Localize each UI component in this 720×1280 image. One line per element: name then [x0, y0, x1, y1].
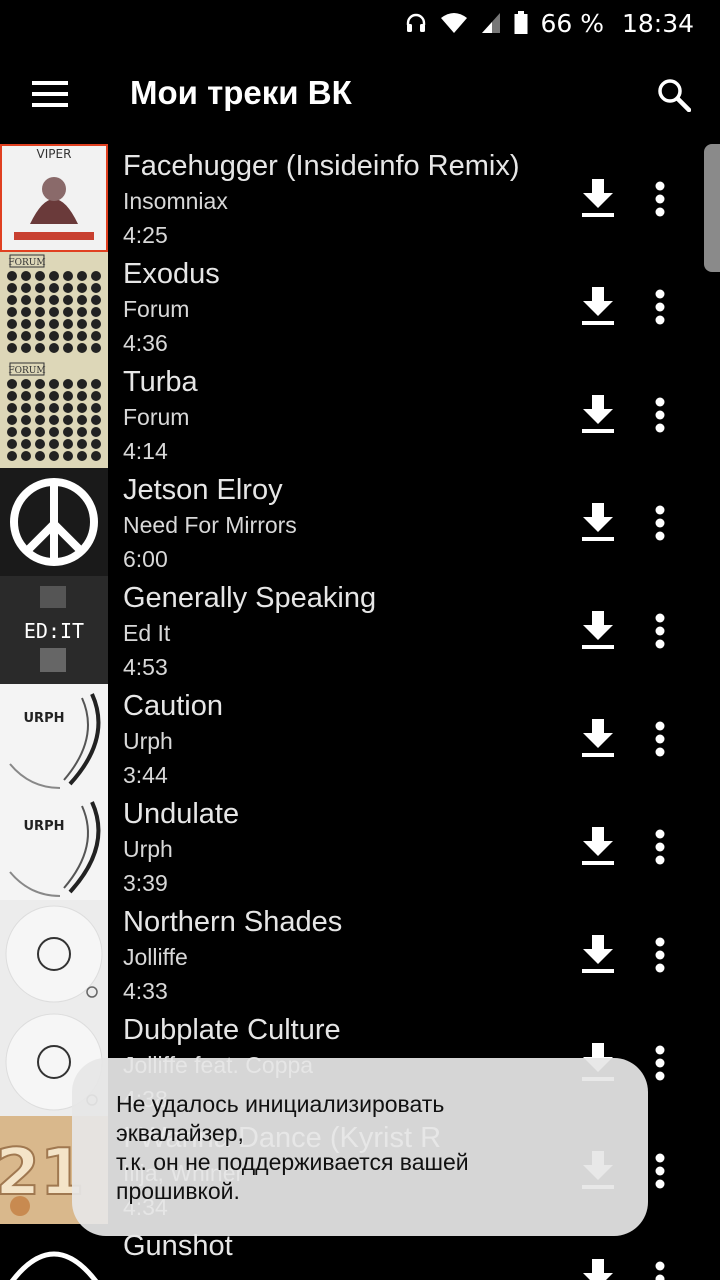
track-artist: Forum — [123, 296, 190, 322]
track-duration: 4:53 — [123, 654, 168, 680]
track-title: Generally Speaking — [123, 582, 377, 614]
track-duration: 4:14 — [123, 438, 168, 464]
track-artist: Insomniax — [123, 188, 228, 214]
track-row[interactable]: Jetson Elroy Need For Mirrors 6:00 — [0, 468, 720, 576]
track-title: Facehugger (Insideinfo Remix) — [123, 150, 520, 182]
more-options-icon[interactable] — [640, 498, 680, 548]
more-options-icon[interactable] — [640, 1254, 680, 1280]
track-row[interactable]: URPH Undulate Urph 3:39 — [0, 792, 720, 900]
svg-text:VIPER: VIPER — [37, 147, 72, 161]
download-icon[interactable] — [575, 174, 621, 224]
track-duration: 4:25 — [123, 222, 168, 248]
track-duration: 4:36 — [123, 330, 168, 356]
page-title: Мои треки ВК — [130, 74, 352, 111]
track-title: Turba — [123, 366, 198, 398]
track-artist: Urph — [123, 728, 173, 754]
download-icon[interactable] — [575, 498, 621, 548]
status-bar: 66 % 18:34 — [0, 0, 720, 46]
more-options-icon[interactable] — [640, 606, 680, 656]
track-row[interactable]: FORUM Exodus Forum 4:36 — [0, 252, 720, 360]
svg-text:FORUM: FORUM — [8, 258, 45, 268]
clock: 18:34 — [621, 8, 694, 38]
battery-icon — [514, 11, 528, 35]
hamburger-menu-icon[interactable] — [20, 69, 80, 119]
track-row[interactable]: ED:IT Generally Speaking Ed It 4:53 — [0, 576, 720, 684]
track-row[interactable]: Northern Shades Jolliffe 4:33 — [0, 900, 720, 1008]
download-icon[interactable] — [575, 1254, 621, 1280]
download-icon[interactable] — [575, 390, 621, 440]
track-artist: Jolliffe — [123, 944, 188, 970]
track-title: Caution — [123, 690, 223, 722]
download-icon[interactable] — [575, 606, 621, 656]
toast-line: эквалайзер, — [116, 1120, 244, 1146]
download-icon[interactable] — [575, 930, 621, 980]
more-options-icon[interactable] — [640, 282, 680, 332]
toast-line: прошивкой. — [116, 1178, 240, 1204]
track-duration: 3:39 — [123, 870, 168, 896]
battery-percent: 66 % — [540, 8, 604, 38]
svg-text:FORUM: FORUM — [8, 366, 45, 376]
svg-text:ED:IT: ED:IT — [24, 619, 84, 643]
album-cover — [0, 468, 108, 576]
track-title: Exodus — [123, 258, 220, 290]
track-artist: Urph — [123, 836, 173, 862]
headphones-icon — [404, 11, 428, 35]
cell-signal-icon — [480, 11, 502, 35]
svg-text:URPH: URPH — [24, 711, 65, 726]
toast-line: Не удалось инициализировать — [116, 1091, 445, 1117]
track-row[interactable]: URPH Caution Urph 3:44 — [0, 684, 720, 792]
track-duration: 4:33 — [123, 978, 168, 1004]
wifi-icon — [440, 11, 468, 35]
more-options-icon[interactable] — [640, 822, 680, 872]
download-icon[interactable] — [575, 282, 621, 332]
album-cover — [0, 900, 108, 1008]
more-options-icon[interactable] — [640, 390, 680, 440]
download-icon[interactable] — [575, 714, 621, 764]
track-title: Northern Shades — [123, 906, 343, 938]
album-cover: URPH — [0, 684, 108, 792]
album-cover: VIPER — [0, 144, 108, 252]
album-cover: FORUM — [0, 360, 108, 468]
more-options-icon[interactable] — [640, 930, 680, 980]
scrollbar[interactable] — [704, 144, 720, 272]
svg-text:URPH: URPH — [24, 819, 65, 834]
album-cover: FORUM — [0, 252, 108, 360]
download-icon[interactable] — [575, 822, 621, 872]
track-artist: Need For Mirrors — [123, 512, 297, 538]
track-duration: 6:00 — [123, 546, 168, 572]
more-options-icon[interactable] — [640, 174, 680, 224]
app-bar: Мои треки ВК — [0, 46, 720, 144]
toast-message: Не удалось инициализировать эквалайзер, … — [72, 1058, 648, 1236]
track-artist: Ed It — [123, 620, 171, 646]
album-cover: ED:IT — [0, 576, 108, 684]
track-artist: Forum — [123, 404, 190, 430]
toast-line: т.к. он не поддерживается вашей — [116, 1149, 469, 1175]
track-title: Dubplate Culture — [123, 1014, 341, 1046]
album-cover: URPH — [0, 792, 108, 900]
track-row[interactable]: VIPER Facehugger (Insideinfo Remix) Insomn… — [0, 144, 720, 252]
more-options-icon[interactable] — [640, 714, 680, 764]
track-duration: 3:44 — [123, 762, 168, 788]
track-row[interactable]: FORUM Turba Forum 4:14 — [0, 360, 720, 468]
track-title: Jetson Elroy — [123, 474, 283, 506]
search-icon[interactable] — [648, 69, 700, 121]
track-title: Undulate — [123, 798, 240, 830]
